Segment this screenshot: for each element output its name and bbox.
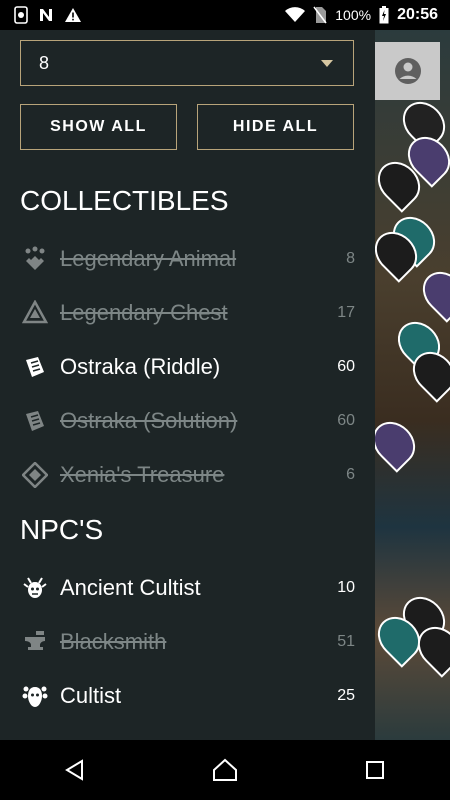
map-marker-icon[interactable] bbox=[414, 263, 450, 323]
map-marker-icon[interactable] bbox=[375, 413, 424, 473]
list-item-label: Xenia's Treasure bbox=[60, 462, 225, 487]
list-item-ostraka-riddle[interactable]: Ostraka (Riddle) 60 bbox=[0, 340, 375, 394]
list-item-xenias-treasure[interactable]: Xenia's Treasure 6 bbox=[0, 448, 375, 502]
sim-icon bbox=[14, 6, 28, 24]
list-item-count: 25 bbox=[337, 687, 355, 704]
back-button[interactable] bbox=[45, 750, 105, 790]
section-title-collectibles: COLLECTIBLES bbox=[20, 185, 229, 216]
list-item-label: Ostraka (Riddle) bbox=[60, 354, 221, 379]
list-item-blacksmith[interactable]: Blacksmith 51 bbox=[0, 615, 375, 669]
ancient-cultist-icon bbox=[22, 575, 48, 601]
paw-icon bbox=[22, 246, 48, 272]
list-item-ostraka-solution[interactable]: Ostraka (Solution) 60 bbox=[0, 394, 375, 448]
n-icon bbox=[40, 9, 52, 21]
list-item-cultist[interactable]: Cultist 25 bbox=[0, 669, 375, 723]
list-item-count: 8 bbox=[346, 250, 355, 267]
list-item-count: 6 bbox=[346, 466, 355, 483]
list-item-legendary-animal[interactable]: Legendary Animal 8 bbox=[0, 232, 375, 286]
chest-icon bbox=[22, 300, 48, 326]
battery-percent: 100% bbox=[335, 7, 372, 23]
list-item-label: Legendary Chest bbox=[60, 300, 228, 325]
back-triangle-icon bbox=[65, 759, 83, 781]
account-circle-icon bbox=[394, 58, 421, 84]
list-item-label: Cultist bbox=[60, 683, 122, 708]
warning-icon bbox=[65, 8, 81, 22]
list-item-label: Legendary Animal bbox=[60, 246, 237, 271]
filter-drawer: 8 SHOW ALL HIDE ALL COLLECTIBLES Legenda… bbox=[0, 30, 375, 740]
map-view[interactable] bbox=[375, 30, 450, 740]
list-item-count: 51 bbox=[337, 633, 355, 650]
section-title-npcs: NPC'S bbox=[20, 514, 104, 545]
hide-all-button[interactable]: HIDE ALL bbox=[197, 104, 354, 150]
wifi-icon bbox=[285, 7, 306, 22]
region-select[interactable]: 8 bbox=[20, 40, 354, 86]
region-select-value: 8 bbox=[39, 52, 50, 73]
no-sim-icon bbox=[313, 6, 327, 24]
list-item-label: Blacksmith bbox=[60, 629, 167, 654]
clock: 20:56 bbox=[397, 6, 438, 23]
anvil-icon bbox=[22, 629, 48, 655]
home-button[interactable] bbox=[195, 750, 255, 790]
home-icon bbox=[213, 758, 237, 781]
list-item-legendary-chest[interactable]: Legendary Chest 17 bbox=[0, 286, 375, 340]
cultist-mask-icon bbox=[22, 683, 48, 709]
list-item-count: 17 bbox=[337, 304, 355, 321]
navigation-bar bbox=[0, 740, 450, 800]
list-item-count: 60 bbox=[337, 358, 355, 375]
status-bar: 100% 20:56 bbox=[0, 0, 450, 30]
list-item-count: 10 bbox=[337, 579, 355, 596]
recents-button[interactable] bbox=[345, 750, 405, 790]
profile-button[interactable] bbox=[375, 42, 440, 100]
recents-square-icon bbox=[366, 761, 384, 779]
scroll-icon bbox=[22, 354, 48, 380]
treasure-icon bbox=[22, 462, 48, 488]
dropdown-arrow-icon bbox=[321, 59, 333, 67]
list-item-label: Ostraka (Solution) bbox=[60, 408, 238, 433]
battery-charging-icon bbox=[379, 6, 389, 24]
show-all-button[interactable]: SHOW ALL bbox=[20, 104, 177, 150]
list-item-label: Ancient Cultist bbox=[60, 575, 201, 600]
list-item-count: 60 bbox=[337, 412, 355, 429]
list-item-ancient-cultist[interactable]: Ancient Cultist 10 bbox=[0, 561, 375, 615]
scroll-icon bbox=[22, 408, 48, 434]
